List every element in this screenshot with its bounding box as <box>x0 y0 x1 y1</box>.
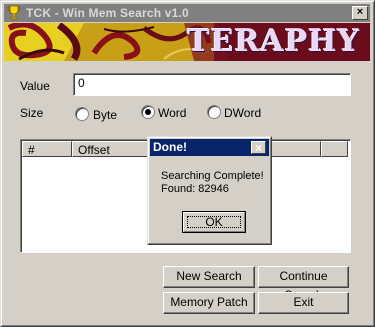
dialog-close-button[interactable]: × <box>251 141 266 154</box>
exit-button[interactable]: Exit <box>258 292 349 314</box>
size-label: Size <box>20 106 44 120</box>
radio-selected-dot <box>145 109 151 115</box>
window-title: TCK - Win Mem Search v1.0 <box>26 6 189 20</box>
dialog-message: Searching Complete! <box>161 170 264 182</box>
ok-button-label: OK <box>205 215 223 229</box>
radio-word[interactable] <box>141 105 155 119</box>
title-bar[interactable]: TCK - Win Mem Search v1.0 × <box>4 4 370 22</box>
value-input[interactable]: 0 <box>73 73 351 96</box>
radio-dword[interactable] <box>207 105 221 119</box>
radio-dword-label[interactable]: DWord <box>224 106 261 120</box>
value-input-text: 0 <box>78 76 85 90</box>
close-button[interactable]: × <box>352 6 368 20</box>
close-icon: × <box>255 141 263 155</box>
close-icon: × <box>356 6 364 18</box>
radio-byte[interactable] <box>75 107 89 121</box>
dialog-title-bar[interactable]: Done! × <box>150 139 269 156</box>
done-dialog: Done! × Searching Complete! Found: 82946… <box>147 136 272 245</box>
column-header-filler <box>321 141 348 157</box>
continue-search-button[interactable]: Continue Search <box>258 266 349 302</box>
new-search-button[interactable]: New Search <box>163 266 255 288</box>
dialog-title: Done! <box>153 140 187 154</box>
column-header-index[interactable]: # <box>22 141 72 157</box>
memory-patch-button[interactable]: Memory Patch <box>163 292 255 314</box>
radio-word-label[interactable]: Word <box>158 106 186 120</box>
dialog-found-count: Found: 82946 <box>161 183 229 195</box>
trophy-icon <box>7 5 21 20</box>
banner-logo-text: TERAPHY <box>187 24 360 59</box>
radio-byte-label[interactable]: Byte <box>93 108 117 122</box>
banner: TERAPHY <box>4 23 370 61</box>
ok-button[interactable]: OK <box>182 211 246 233</box>
value-label: Value <box>20 79 50 93</box>
main-window: TCK - Win Mem Search v1.0 × TERAPHY Valu… <box>0 0 375 327</box>
